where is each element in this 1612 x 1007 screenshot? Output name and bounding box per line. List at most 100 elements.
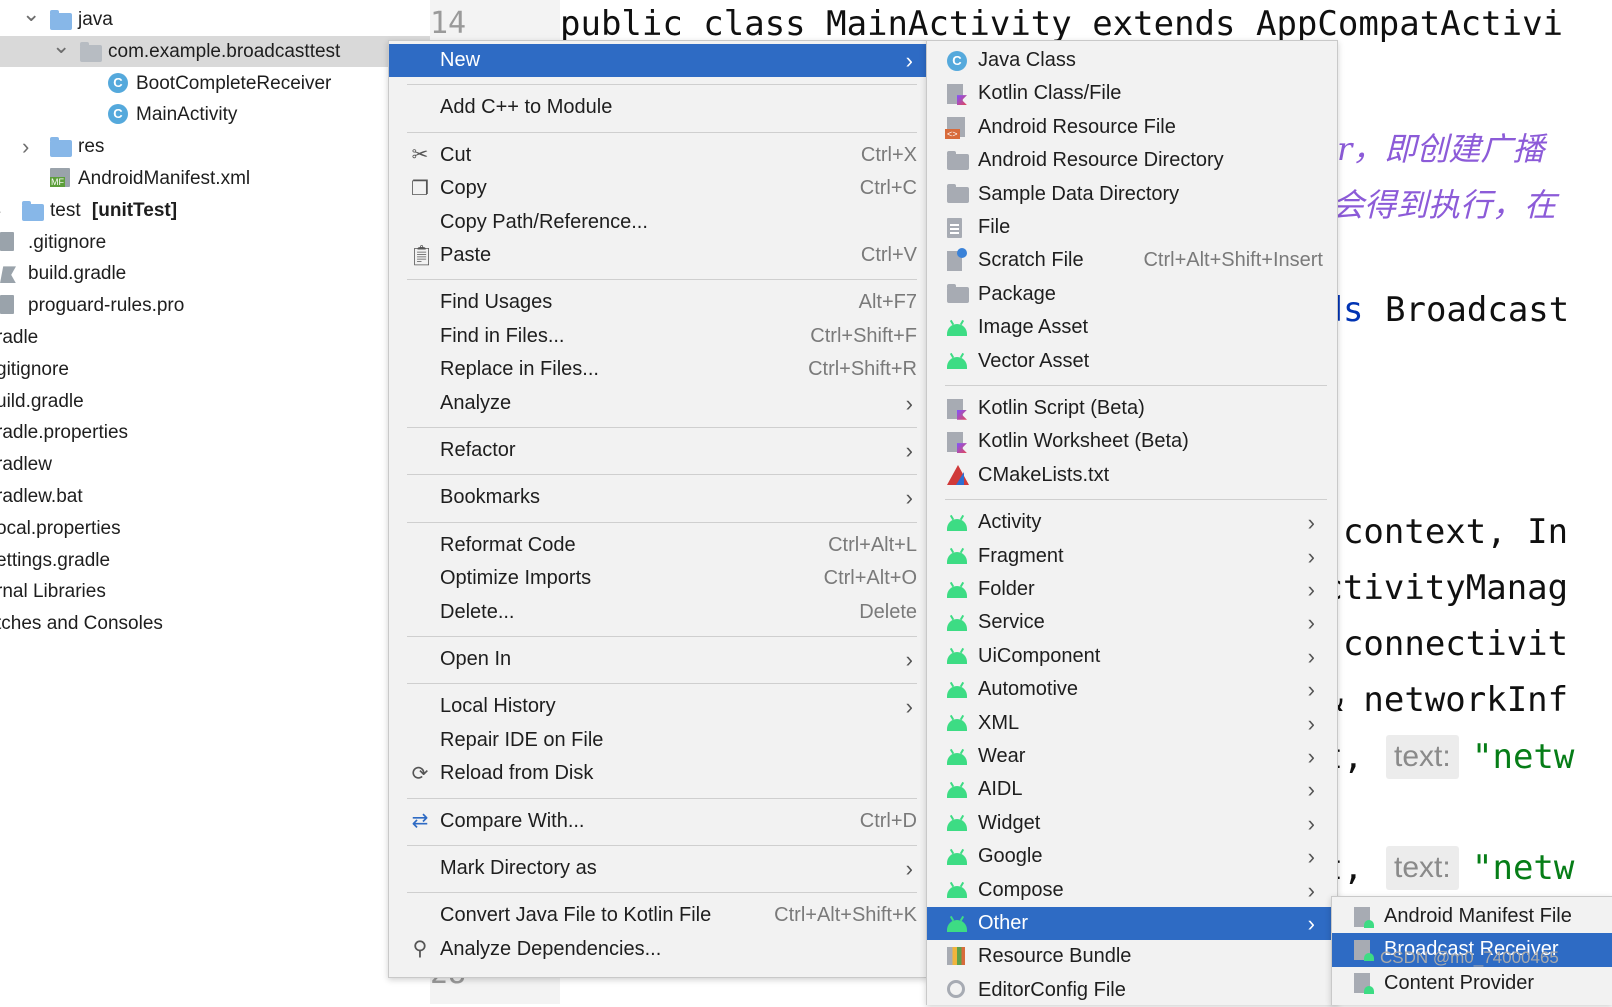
menu-item-analyze[interactable]: Analyze › bbox=[389, 387, 927, 420]
menu-item-copy-path-reference[interactable]: Copy Path/Reference... bbox=[389, 206, 927, 239]
menu-item-refactor[interactable]: Refactor › bbox=[389, 434, 927, 467]
menu-item-mark-directory-as[interactable]: Mark Directory as › bbox=[389, 852, 927, 885]
menu-item-google[interactable]: Google › bbox=[927, 840, 1337, 873]
menu-item-android-manifest-file[interactable]: Android Manifest File bbox=[1332, 900, 1612, 933]
menu-item-sample-data-directory[interactable]: Sample Data Directory bbox=[927, 178, 1337, 211]
code-line: t context, In bbox=[1302, 512, 1569, 552]
menu-item-aidl[interactable]: AIDL › bbox=[927, 773, 1337, 806]
menu-item-label: Other bbox=[978, 912, 1029, 934]
menu-item-open-in[interactable]: Open In › bbox=[389, 643, 927, 676]
menu-item-label: Content Provider bbox=[1384, 971, 1535, 994]
menu-item-shortcut: Ctrl+Alt+O bbox=[823, 567, 917, 590]
folder-icon bbox=[80, 41, 102, 62]
menu-item-label: Cut bbox=[440, 143, 472, 166]
menu-item-label: Refactor bbox=[440, 439, 516, 461]
menu-item-content-provider[interactable]: Content Provider bbox=[1332, 967, 1612, 1000]
tree-item-label: radlew.bat bbox=[0, 486, 83, 507]
folder-icon bbox=[22, 200, 44, 221]
menu-item-reload-from-disk[interactable]: ⟳ Reload from Disk bbox=[389, 757, 927, 790]
menu-item-cut[interactable]: ✂ Cut Ctrl+X bbox=[389, 139, 927, 172]
menu-item-local-history[interactable]: Local History › bbox=[389, 690, 927, 723]
menu-item-folder[interactable]: Folder › bbox=[927, 573, 1337, 606]
menu-item-package[interactable]: Package bbox=[927, 278, 1337, 311]
menu-item-shortcut: Ctrl+Alt+Shift+K bbox=[774, 904, 917, 927]
menu-item-analyze-dependencies[interactable]: ⚲ Analyze Dependencies... bbox=[389, 933, 927, 966]
tree-item-label: BootCompleteReceiver bbox=[136, 72, 332, 94]
cmake-icon bbox=[947, 465, 969, 486]
menu-item-other[interactable]: Other › bbox=[927, 907, 1337, 941]
menu-item-label: Convert Java File to Kotlin File bbox=[440, 904, 712, 927]
menu-item-label: Replace in Files... bbox=[440, 358, 599, 381]
menu-item-activity[interactable]: Activity › bbox=[927, 506, 1337, 539]
menu-item-convert-java-file-to-kotlin-file[interactable]: Convert Java File to Kotlin File Ctrl+Alt… bbox=[389, 899, 927, 932]
menu-item-file[interactable]: File bbox=[927, 211, 1337, 244]
menu-item-replace-in-files[interactable]: Replace in Files... Ctrl+Shift+R bbox=[389, 353, 927, 386]
menu-item-compare-with[interactable]: ⇄ Compare With... Ctrl+D bbox=[389, 805, 927, 838]
menu-item-find-in-files[interactable]: Find in Files... Ctrl+Shift+F bbox=[389, 320, 927, 353]
menu-item-java-class[interactable]: C Java Class bbox=[927, 44, 1337, 77]
menu-item-automotive[interactable]: Automotive › bbox=[927, 673, 1337, 706]
menu-item-xml[interactable]: XML › bbox=[927, 707, 1337, 740]
resource-bundle-icon bbox=[947, 947, 965, 966]
chevron-right-icon[interactable]: › bbox=[0, 195, 1, 226]
context-menu: New › Add C++ to Module ✂ Cut Ctrl+X ❐ Copy Ctrl… bbox=[388, 40, 928, 978]
menu-item-service[interactable]: Service › bbox=[927, 606, 1337, 639]
menu-item-label: Local History bbox=[440, 695, 556, 718]
menu-item-reformat-code[interactable]: Reformat Code Ctrl+Alt+L bbox=[389, 529, 927, 562]
menu-item-kotlin-class-file[interactable]: Kotlin Class/File bbox=[927, 77, 1337, 110]
tree-item-label: rnal Libraries bbox=[0, 581, 106, 603]
tree-item-label: test [unitTest] bbox=[50, 199, 178, 221]
menu-item-image-asset[interactable]: Image Asset bbox=[927, 311, 1337, 344]
tree-item-label: radle bbox=[0, 327, 39, 348]
menu-item-compose[interactable]: Compose › bbox=[927, 874, 1337, 907]
menu-separator bbox=[407, 797, 917, 799]
tree-item-label: AndroidManifest.xml bbox=[78, 168, 251, 189]
menu-item-kotlin-script-beta[interactable]: Kotlin Script (Beta) bbox=[927, 392, 1337, 425]
menu-item-bookmarks[interactable]: Bookmarks › bbox=[389, 481, 927, 514]
code-string: "netw bbox=[1472, 848, 1575, 888]
chevron-right-icon: › bbox=[1307, 810, 1315, 836]
android-icon bbox=[947, 685, 967, 698]
menu-item-optimize-imports[interactable]: Optimize Imports Ctrl+Alt+O bbox=[389, 562, 927, 595]
menu-separator bbox=[407, 683, 917, 685]
code-string: "netw bbox=[1472, 737, 1575, 777]
menu-separator bbox=[407, 636, 917, 637]
menu-item-resource-bundle[interactable]: Resource Bundle bbox=[927, 940, 1337, 973]
code-comment: 就会得到执行，在 bbox=[1300, 186, 1557, 224]
folder-icon bbox=[50, 10, 72, 30]
menu-item-paste[interactable]: 📋︎ Paste Ctrl+V bbox=[389, 239, 927, 272]
menu-item-label: Optimize Imports bbox=[440, 567, 592, 590]
chevron-right-icon: › bbox=[1307, 710, 1315, 736]
file-icon bbox=[0, 231, 14, 251]
menu-item-fragment[interactable]: Fragment › bbox=[927, 540, 1337, 573]
menu-item-label: Widget bbox=[978, 811, 1041, 834]
menu-item-wear[interactable]: Wear › bbox=[927, 740, 1337, 773]
menu-item-repair-ide-on-file[interactable]: Repair IDE on File bbox=[389, 724, 927, 757]
menu-item-widget[interactable]: Widget › bbox=[927, 807, 1337, 840]
tree-item-com-example-broadcasttest[interactable]: ⌄ com.example.broadcasttest bbox=[0, 33, 430, 67]
menu-item-find-usages[interactable]: Find Usages Alt+F7 bbox=[389, 286, 927, 319]
java-class-icon: C bbox=[108, 104, 128, 125]
menu-item-delete[interactable]: Delete... Delete bbox=[389, 596, 927, 629]
watermark: CSDN @m0_74000465 bbox=[1380, 948, 1559, 967]
menu-item-scratch-file[interactable]: Scratch File Ctrl+Alt+Shift+Insert bbox=[927, 244, 1337, 277]
paste-icon: 📋︎ bbox=[409, 244, 435, 267]
menu-item-editorconfig-file[interactable]: EditorConfig File bbox=[927, 974, 1337, 1007]
menu-item-cmakelists-txt[interactable]: CMakeLists.txt bbox=[927, 459, 1337, 492]
menu-item-add-c-to-module[interactable]: Add C++ to Module bbox=[389, 91, 927, 124]
chevron-right-icon[interactable]: › bbox=[22, 131, 29, 162]
menu-item-android-resource-directory[interactable]: Android Resource Directory bbox=[927, 144, 1337, 177]
menu-item-android-resource-file[interactable]: Android Resource File bbox=[927, 111, 1337, 144]
chevron-right-icon: › bbox=[1307, 877, 1315, 903]
menu-item-kotlin-worksheet-beta[interactable]: Kotlin Worksheet (Beta) bbox=[927, 425, 1337, 458]
directory-icon bbox=[947, 150, 969, 170]
menu-item-uicomponent[interactable]: UiComponent › bbox=[927, 640, 1337, 673]
menu-item-vector-asset[interactable]: Vector Asset bbox=[927, 345, 1337, 378]
menu-item-shortcut: Ctrl+V bbox=[860, 244, 917, 266]
menu-item-new[interactable]: New › bbox=[389, 44, 927, 78]
menu-item-copy[interactable]: ❐ Copy Ctrl+C bbox=[389, 172, 927, 205]
chevron-down-icon[interactable]: ⌄ bbox=[52, 30, 70, 61]
project-tree: ⌄ java ⌄ com.example.broadcasttest C BootComp… bbox=[0, 0, 430, 1004]
menu-item-label: Resource Bundle bbox=[978, 945, 1132, 968]
chevron-down-icon[interactable]: ⌄ bbox=[22, 0, 40, 29]
